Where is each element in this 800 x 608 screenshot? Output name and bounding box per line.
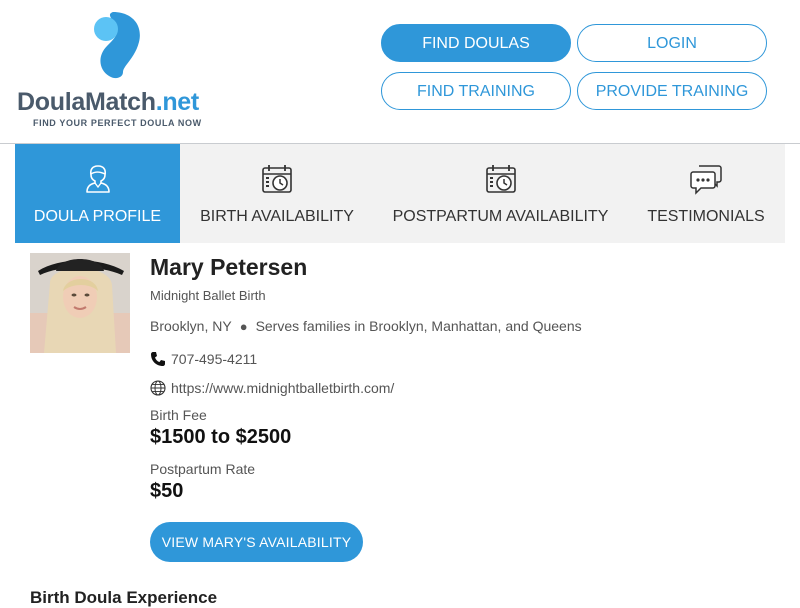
site-logo[interactable]: DoulaMatch.net FIND YOUR PERFECT DOULA N… [15, 12, 225, 132]
logo-tagline: FIND YOUR PERFECT DOULA NOW [33, 118, 202, 128]
person-icon [85, 165, 110, 193]
postpartum-rate-label: Postpartum Rate [150, 461, 256, 477]
tab-birth-availability[interactable]: BIRTH AVAILABILITY [180, 144, 374, 243]
service-area: Serves families in Brooklyn, Manhattan, … [255, 318, 582, 334]
postpartum-rate-value: $50 [150, 480, 184, 502]
tab-label: POSTPARTUM AVAILABILITY [392, 208, 609, 225]
tab-doula-profile[interactable]: DOULA PROFILE [15, 144, 180, 243]
phone-row[interactable]: 707-495-4211 [150, 351, 257, 367]
logo-mark-icon [94, 12, 140, 79]
find-doulas-button[interactable]: FIND DOULAS [381, 24, 571, 62]
find-training-button[interactable]: FIND TRAINING [381, 72, 571, 110]
profile-tabs: DOULA PROFILE BIRTH AVAILABILITY POSTPAR… [15, 144, 785, 243]
globe-icon [150, 380, 166, 396]
portrait-image [30, 253, 130, 353]
phone-icon [151, 352, 165, 366]
tab-label: BIRTH AVAILABILITY [200, 208, 354, 225]
birth-fee-label: Birth Fee [150, 407, 207, 423]
logo-word-match: Match [84, 88, 156, 116]
birth-fee-value: $1500 to $2500 [150, 426, 292, 448]
login-button[interactable]: LOGIN [577, 24, 767, 62]
logo-wordmark: DoulaMatch.net [17, 88, 199, 117]
chat-bubbles-icon [690, 165, 722, 195]
tab-label: DOULA PROFILE [33, 208, 162, 225]
provide-training-button[interactable]: PROVIDE TRAINING [577, 72, 767, 110]
website-row[interactable]: https://www.midnightballetbirth.com/ [150, 380, 394, 396]
location-line: Brooklyn, NY ● Serves families in Brooklyn… [150, 318, 582, 334]
logo-word-doula: Doula [17, 88, 85, 116]
business-name: Midnight Ballet Birth [150, 288, 266, 303]
location: Brooklyn, NY [150, 318, 232, 334]
calendar-clock-icon [262, 165, 292, 193]
website-link[interactable]: https://www.midnightballetbirth.com/ [171, 380, 394, 396]
calendar-clock-icon [485, 165, 516, 193]
phone-number[interactable]: 707-495-4211 [171, 351, 257, 367]
site-header: DoulaMatch.net FIND YOUR PERFECT DOULA N… [0, 0, 800, 144]
bullet-separator: ● [239, 319, 248, 334]
view-availability-button[interactable]: VIEW MARY'S AVAILABILITY [150, 522, 363, 562]
doula-name: Mary Petersen [150, 254, 308, 280]
logo-word-net: .net [155, 88, 200, 116]
tab-testimonials[interactable]: TESTIMONIALS [627, 144, 785, 243]
tab-postpartum-availability[interactable]: POSTPARTUM AVAILABILITY [374, 144, 627, 243]
tab-label: TESTIMONIALS [647, 208, 765, 225]
doula-photo [30, 253, 130, 353]
birth-experience-heading: Birth Doula Experience [30, 588, 218, 607]
